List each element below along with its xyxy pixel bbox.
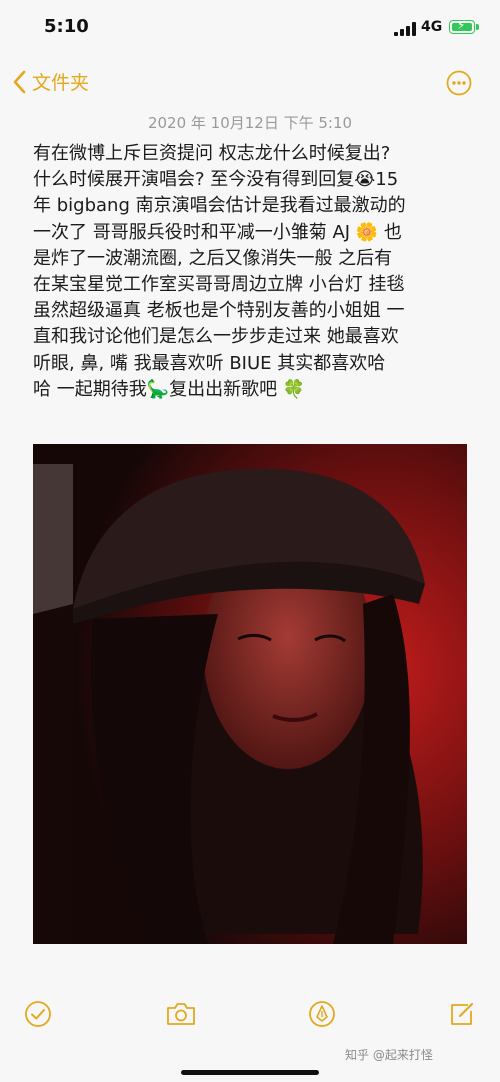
selfie-image: [33, 444, 467, 944]
note-line: 在某宝星觉工作室买哥哥周边立牌 小台灯 挂毯: [33, 274, 405, 296]
note-body[interactable]: 有在微博上斥巨资提问 权志龙什么时候复出? 什么时候展开演唱会? 至今没有得到回…: [33, 141, 473, 403]
watermark: 知乎 @起来打怪: [345, 1048, 433, 1062]
camera-icon[interactable]: [165, 1000, 197, 1028]
note-line: 一次了 哥哥服兵役时和平减一小雏菊 AJ 🌼 也: [33, 221, 402, 243]
pen-tip-circle-icon[interactable]: [308, 1000, 336, 1028]
chevron-left-icon: [13, 70, 26, 93]
note-line: 听眼, 鼻, 嘴 我最喜欢听 BIUE 其实都喜欢哈: [33, 352, 386, 374]
note-line: 直和我讨论他们是怎么一步步走过来 她最喜欢: [33, 326, 399, 348]
signal-icon: [394, 22, 416, 36]
note-line: 虽然超级逼真 老板也是个特别友善的小姐姐 一: [33, 300, 405, 322]
battery-cap: [476, 24, 479, 30]
back-label: 文件夹: [32, 72, 90, 94]
checkmark-circle-icon[interactable]: [24, 1000, 52, 1028]
note-line: 是炸了一波潮流圈, 之后又像消失一般 之后有: [33, 247, 393, 269]
status-bar: 5:10 4G ⚡: [0, 0, 500, 58]
note-date: 2020 年 10月12日 下午 5:10: [147, 114, 353, 132]
back-button[interactable]: 文件夹: [12, 68, 89, 95]
nav-bar: 文件夹: [0, 58, 500, 108]
note-line: 有在微博上斥巨资提问 权志龙什么时候复出?: [33, 143, 391, 164]
battery-icon: ⚡: [449, 18, 475, 34]
compose-icon[interactable]: [448, 1000, 476, 1028]
bottom-toolbar: [0, 990, 500, 1036]
note-photo[interactable]: [33, 444, 467, 944]
network-type: 4G: [421, 19, 443, 35]
note-line: 哈 一起期待我🦕复出出新歌吧 🍀: [33, 378, 306, 400]
note-line: 年 bigbang 南京演唱会估计是我看过最激动的: [33, 195, 406, 217]
ellipsis-circle-icon[interactable]: [446, 70, 472, 96]
status-time: 5:10: [44, 16, 89, 37]
note-line: 什么时候展开演唱会? 至今没有得到回复😭15: [33, 169, 399, 191]
home-indicator: [181, 1070, 319, 1075]
